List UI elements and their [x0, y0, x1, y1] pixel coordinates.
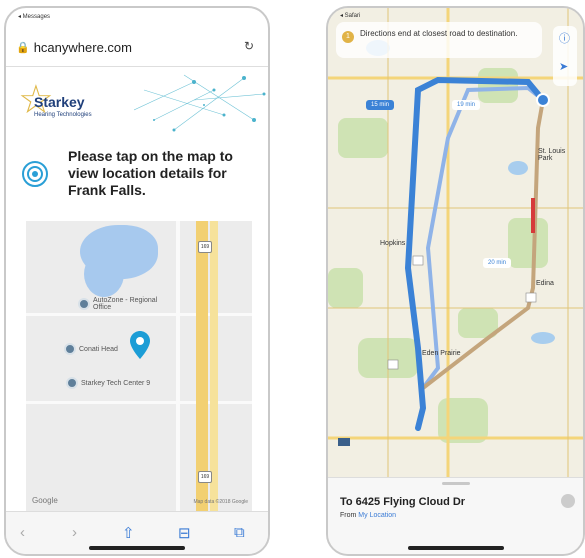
map-controls: ⓘ ➤: [553, 26, 577, 86]
home-indicator: [89, 546, 185, 550]
lake: [84, 251, 124, 297]
share-icon[interactable]: ⇧: [122, 524, 135, 542]
banner-text: Directions end at closest road to destin…: [360, 29, 518, 38]
sheet-grabber[interactable]: [441, 482, 470, 485]
close-icon[interactable]: [561, 494, 575, 508]
route-card[interactable]: To 6425 Flying Cloud Dr From My Location: [328, 477, 583, 554]
brand-name: Starkey: [34, 94, 85, 110]
poi-starkey-tech[interactable]: Starkey Tech Center 9: [66, 377, 150, 389]
origin-line: From My Location: [340, 512, 397, 519]
place-icon: [66, 377, 78, 389]
map-pin-icon[interactable]: [130, 331, 150, 359]
road: [26, 401, 252, 404]
google-logo: Google: [32, 496, 58, 505]
left-phone-screen: ◂ Messages 🔒 hcanywhere.com ↻ ☆ Starkey …: [4, 6, 270, 556]
highway: [196, 221, 208, 511]
map-attribution: Map data ©2018 Google: [193, 499, 248, 505]
reload-icon[interactable]: ↻: [244, 39, 254, 53]
route-time-selected[interactable]: 15 min: [366, 100, 395, 110]
road: [176, 221, 180, 511]
starkey-logo: ☆ Starkey Hearing Technologies: [18, 80, 108, 130]
instruction-text: Please tap on the map to view location d…: [68, 148, 233, 198]
step-number-badge: 1: [342, 31, 354, 43]
place-label: St. Louis Park: [538, 148, 566, 162]
location-arrow-icon[interactable]: ➤: [559, 60, 568, 73]
place-icon: [78, 298, 90, 310]
brand-subtitle: Hearing Technologies: [34, 112, 92, 118]
address-bar[interactable]: 🔒 hcanywhere.com ↻: [16, 30, 258, 64]
road: [26, 313, 252, 316]
forward-icon[interactable]: ›: [72, 524, 77, 541]
back-icon[interactable]: ‹: [20, 524, 25, 541]
my-location-link[interactable]: My Location: [358, 512, 396, 519]
back-to-messages[interactable]: ◂ Messages: [18, 13, 50, 20]
route-time-alt[interactable]: 19 min: [452, 100, 481, 110]
info-icon[interactable]: ⓘ: [559, 30, 570, 46]
place-label: Hopkins: [380, 240, 406, 247]
highway-shield: 169: [198, 471, 212, 483]
url-text: hcanywhere.com: [33, 39, 132, 55]
home-indicator: [407, 546, 504, 550]
highway-shield: 169: [198, 241, 212, 253]
right-phone-screen: ◂ Safari 1 Directions end at closest roa…: [326, 6, 585, 556]
decorative-network-graphic: [134, 74, 266, 132]
directions-map[interactable]: [328, 8, 583, 478]
destination-title: To 6425 Flying Cloud Dr: [340, 496, 466, 508]
place-label: Eden Prairie: [422, 350, 461, 357]
lock-icon: 🔒: [16, 41, 30, 54]
place-label: Edina: [536, 280, 554, 287]
place-icon: [64, 343, 76, 355]
location-map[interactable]: 169 169 AutoZone - Regional Office Conat…: [26, 221, 252, 511]
tabs-icon[interactable]: ⧉: [234, 524, 245, 541]
bookmarks-icon[interactable]: ⊟: [178, 524, 191, 542]
highway: [210, 221, 218, 511]
back-to-safari[interactable]: ◂ Safari: [340, 12, 360, 19]
route-time-alt[interactable]: 20 min: [483, 258, 512, 268]
poi-conati[interactable]: Conati Head: [64, 343, 118, 355]
divider: [6, 66, 268, 67]
poi-autozone[interactable]: AutoZone - Regional Office: [78, 297, 163, 311]
location-target-icon: [22, 161, 48, 187]
directions-banner: 1 Directions end at closest road to dest…: [336, 22, 542, 58]
